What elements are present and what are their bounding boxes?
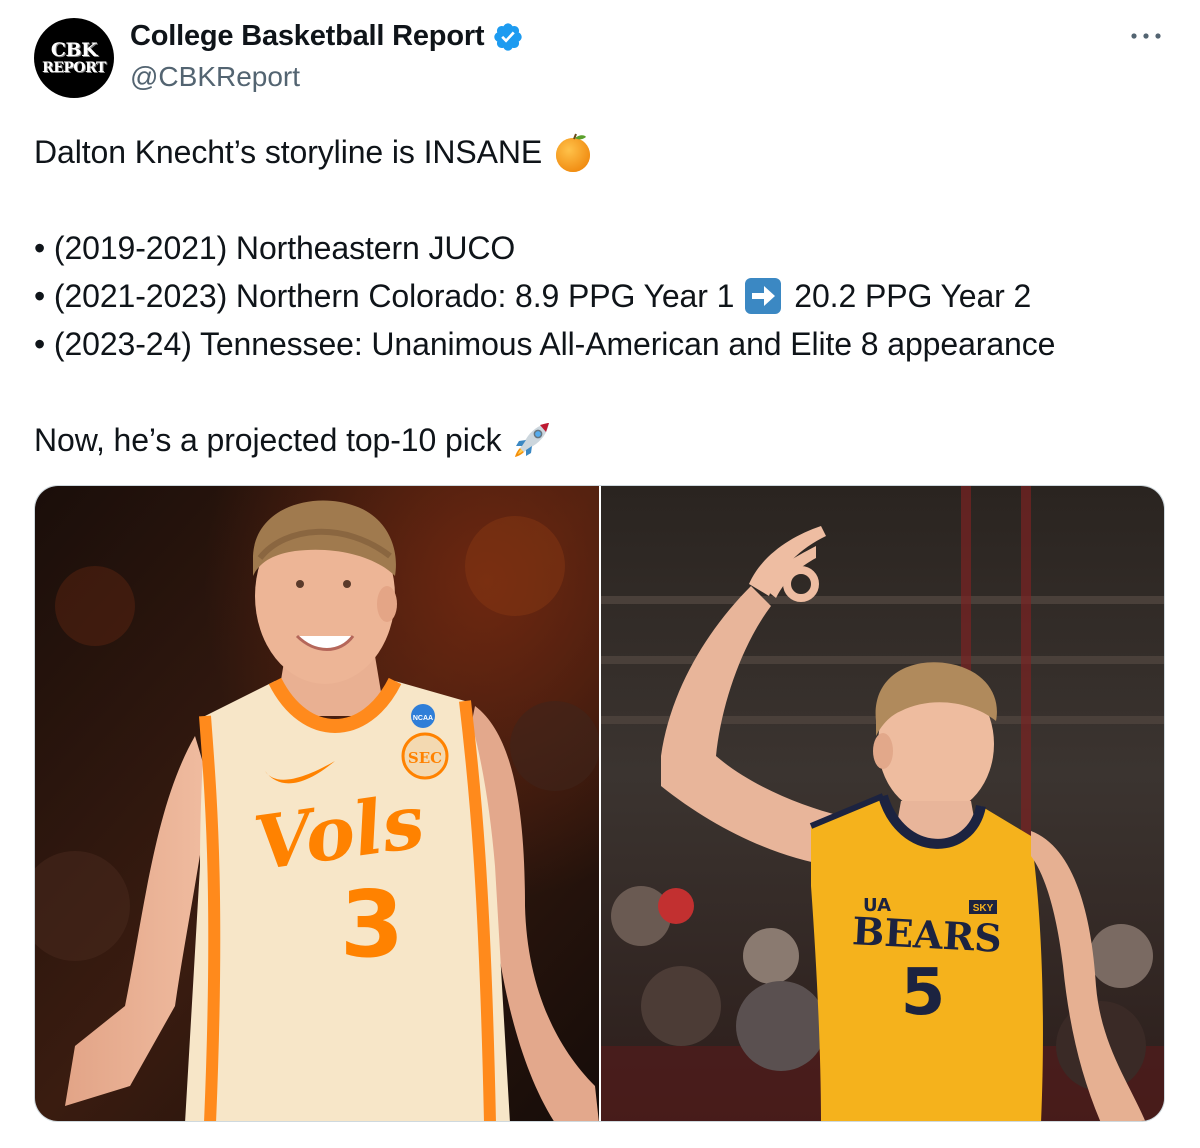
orange-icon [556, 133, 591, 172]
rocket-icon [514, 423, 549, 457]
bullet-text: • (2021-2023) Northern Colorado: 8.9 PPG… [34, 278, 735, 314]
avatar-text-report: REPORT [42, 60, 106, 76]
display-name[interactable]: College Basketball Report [130, 20, 485, 53]
author-name-row: College Basketball Report [130, 20, 524, 53]
bullet-text: • (2023-24) Tennessee: Unanimous All-Ame… [34, 326, 1056, 362]
tweet-bullet-2: • (2021-2023) Northern Colorado: 8.9 PPG… [34, 272, 1174, 320]
photo-tennessee[interactable]: NCAA SEC Vols 3 [35, 486, 599, 1121]
right-arrow-icon [745, 278, 782, 314]
sponsor-text: SKY [973, 903, 994, 914]
bullet-text-continued: 20.2 PPG Year 2 [794, 278, 1032, 314]
patch-bottom-text: SEC [408, 749, 442, 767]
tweet-media-grid: NCAA SEC Vols 3 UA SKY BEARS 5 [34, 485, 1165, 1122]
jersey-number-text: 3 [340, 871, 404, 978]
tweet-text: Dalton Knecht’s storyline is INSANE • (2… [34, 128, 1174, 464]
patch-top-text: NCAA [413, 715, 433, 722]
photo-northern-colorado[interactable]: UA SKY BEARS 5 [601, 486, 1164, 1121]
closing-text: Now, he’s a projected top-10 pick [34, 422, 502, 458]
bullet-text: • (2019-2021) Northeastern JUCO [34, 230, 516, 266]
verified-badge-icon [494, 22, 523, 51]
tweet-line-closing: Now, he’s a projected top-10 pick [34, 416, 1174, 464]
intro-text: Dalton Knecht’s storyline is INSANE [34, 134, 543, 170]
more-dots-icon [1131, 33, 1161, 39]
tweet-bullet-1: • (2019-2021) Northeastern JUCO [34, 224, 1174, 272]
more-options-button[interactable] [1126, 24, 1166, 48]
tweet-line-intro: Dalton Knecht’s storyline is INSANE [34, 128, 1174, 176]
jersey-text: BEARS [851, 908, 1003, 961]
tweet-bullet-3: • (2023-24) Tennessee: Unanimous All-Ame… [34, 320, 1174, 368]
avatar-text-cbk: CBK [50, 39, 98, 61]
author-handle[interactable]: @CBKReport [130, 61, 300, 93]
avatar[interactable]: CBK REPORT [34, 18, 114, 98]
jersey-number-text: 5 [901, 956, 946, 1030]
